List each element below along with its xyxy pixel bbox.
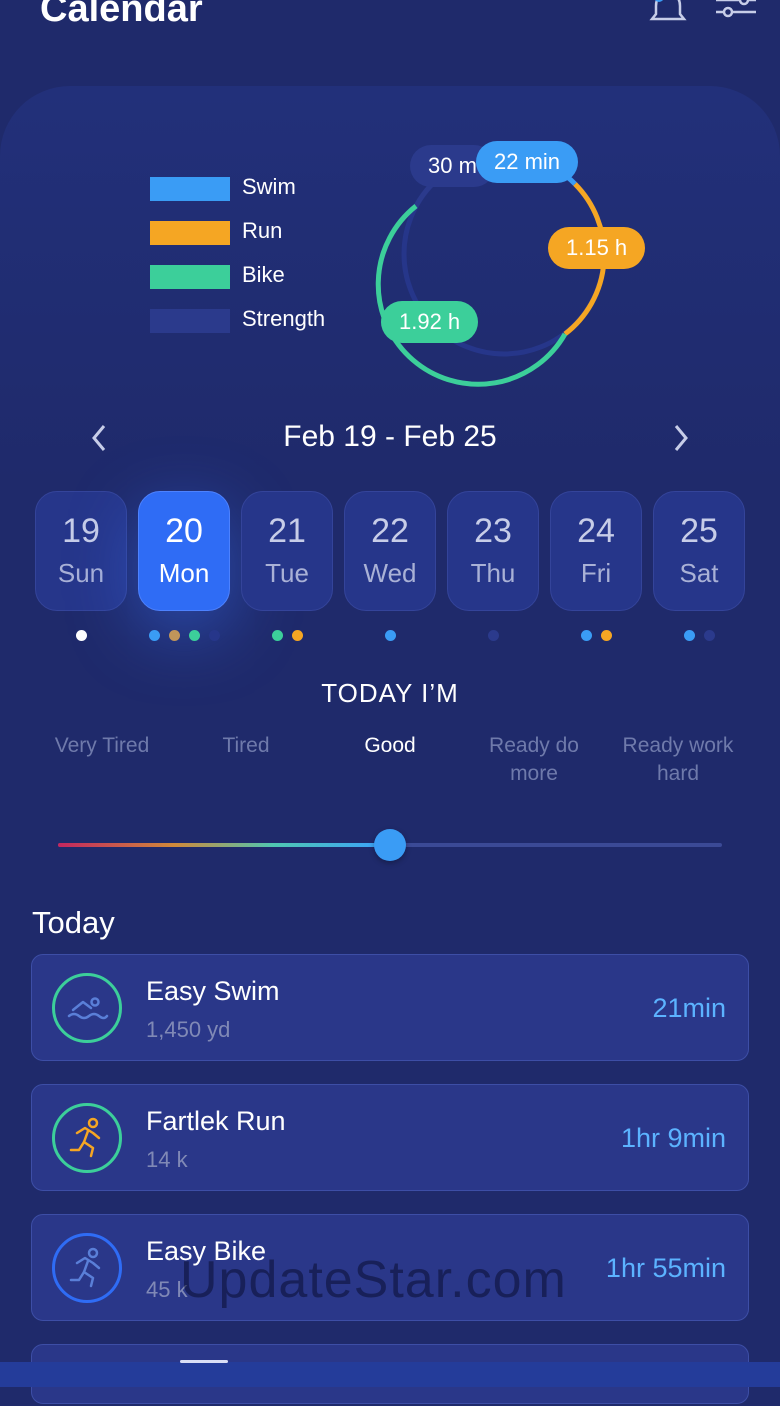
day-name: Fri bbox=[580, 558, 612, 588]
activity-dot bbox=[168, 630, 180, 641]
activity-dot bbox=[683, 630, 695, 641]
week-navigator: Feb 19 - Feb 25 bbox=[0, 410, 780, 466]
activity-dot bbox=[208, 630, 220, 641]
day-number: 21 bbox=[268, 512, 306, 550]
legend-label: Swim bbox=[242, 174, 296, 199]
mood-title: TODAY I’M bbox=[321, 678, 459, 708]
day-number: 25 bbox=[680, 512, 718, 550]
day-name: Thu bbox=[470, 558, 516, 588]
workout-detail: 1,450 yd bbox=[146, 1017, 231, 1042]
mood-slider-thumb[interactable] bbox=[374, 829, 406, 861]
legend-strength: Strength bbox=[150, 304, 370, 334]
mood-option[interactable]: Ready work hard bbox=[608, 732, 748, 788]
legend-swim: Swim bbox=[150, 172, 370, 202]
activity-dot bbox=[580, 630, 592, 641]
workout-duration: 21min bbox=[652, 993, 726, 1023]
legend-swatch-run bbox=[150, 221, 230, 245]
legend-swatch-strength bbox=[150, 309, 230, 333]
today-heading: Today bbox=[32, 905, 115, 940]
day-number: 23 bbox=[474, 512, 512, 550]
day-card-sat[interactable]: 25 Sat bbox=[653, 491, 745, 611]
day-name: Tue bbox=[265, 558, 309, 588]
swim-icon-ring bbox=[52, 973, 122, 1043]
workout-name: Fartlek Run bbox=[146, 1106, 286, 1136]
day-number: 24 bbox=[577, 512, 615, 550]
day-number: 22 bbox=[371, 512, 409, 550]
day-card-mon[interactable]: 20 Mon bbox=[138, 491, 230, 611]
activity-dot bbox=[271, 630, 283, 641]
workout-name: Easy Swim bbox=[146, 976, 280, 1006]
workout-duration: 1hr 9min bbox=[620, 1123, 726, 1153]
legend-label: Bike bbox=[242, 262, 285, 287]
legend-run: Run bbox=[150, 216, 370, 246]
legend-swatch-swim bbox=[150, 177, 230, 201]
activity-dot bbox=[384, 630, 396, 641]
chevron-right-icon[interactable] bbox=[666, 416, 696, 456]
mood-slider-fill bbox=[58, 843, 390, 847]
run-icon-ring bbox=[52, 1103, 122, 1173]
workout-item-fartlek-run[interactable]: Fartlek Run 14 k 1hr 9min bbox=[31, 1084, 749, 1191]
bike-runner-icon bbox=[69, 1247, 101, 1288]
ring-label-run: 1.15 h bbox=[548, 227, 646, 269]
day-card-fri[interactable]: 24 Fri bbox=[550, 491, 642, 611]
legend-swatch-bike bbox=[150, 265, 230, 289]
day-name: Wed bbox=[363, 558, 417, 588]
day-name: Mon bbox=[158, 558, 210, 588]
mood-option[interactable]: Very Tired bbox=[32, 732, 172, 760]
day-name: Sat bbox=[679, 558, 719, 588]
day-number: 20 bbox=[165, 512, 203, 550]
day-card-tue[interactable]: 21 Tue bbox=[241, 491, 333, 611]
day-card-wed[interactable]: 22 Wed bbox=[344, 491, 436, 611]
watermark: UpdateStar.com bbox=[180, 1251, 567, 1309]
activity-dot bbox=[75, 630, 87, 641]
day-number: 19 bbox=[62, 512, 100, 550]
day-card-thu[interactable]: 23 Thu bbox=[447, 491, 539, 611]
activity-dot bbox=[148, 630, 160, 641]
workout-item-easy-swim[interactable]: Easy Swim 1,450 yd 21min bbox=[31, 954, 749, 1061]
activity-dot bbox=[291, 630, 303, 641]
day-card-sun[interactable]: 19 Sun bbox=[35, 491, 127, 611]
legend-label: Run bbox=[242, 218, 283, 243]
ring-label-swim: 22 min bbox=[476, 141, 579, 183]
mood-option[interactable]: Good bbox=[320, 732, 460, 760]
ring-label-bike: 1.92 h bbox=[381, 301, 479, 343]
legend-bike: Bike bbox=[150, 260, 370, 290]
bottom-bar bbox=[0, 1362, 780, 1387]
day-name: Sun bbox=[57, 558, 105, 588]
mood-option[interactable]: Ready do more bbox=[464, 732, 604, 788]
workout-duration: 1hr 55min bbox=[605, 1253, 726, 1283]
activity-dot bbox=[188, 630, 200, 641]
home-indicator bbox=[180, 1360, 228, 1363]
swim-icon bbox=[67, 997, 109, 1020]
activity-dot bbox=[600, 630, 612, 641]
legend-label: Strength bbox=[242, 306, 326, 331]
activity-dot bbox=[703, 630, 715, 641]
activity-dot bbox=[487, 630, 499, 641]
sliders-icon[interactable] bbox=[714, 0, 758, 24]
bike-runner-icon-ring bbox=[52, 1233, 122, 1303]
bell-icon[interactable] bbox=[648, 0, 688, 26]
run-icon bbox=[69, 1117, 101, 1158]
mood-option[interactable]: Tired bbox=[176, 732, 316, 760]
app-header: Calendar bbox=[0, 0, 780, 60]
week-range-label: Feb 19 - Feb 25 bbox=[283, 420, 497, 453]
page-title: Calendar bbox=[40, 0, 203, 30]
workout-detail: 14 k bbox=[146, 1147, 188, 1172]
